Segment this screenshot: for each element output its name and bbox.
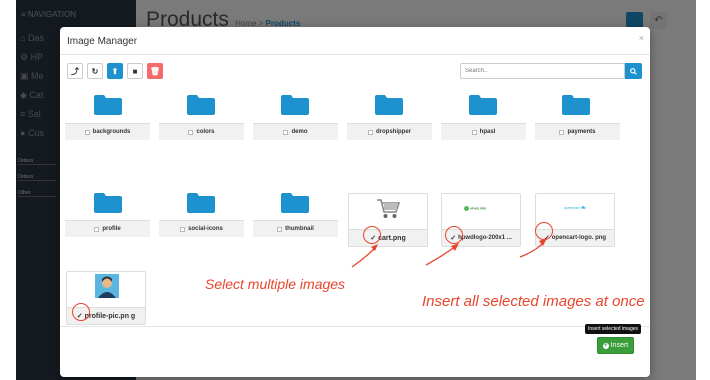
annotation-insert-all: Insert all selected images at once — [422, 293, 645, 310]
modal-body: ⤴ ↻ ⬆ ■ 🗑 backgrounds colors demo dropsh… — [60, 55, 650, 327]
close-icon[interactable]: × — [639, 33, 644, 43]
plus-circle-icon: + — [602, 342, 609, 349]
insert-button[interactable]: + Insert — [597, 337, 634, 354]
image-manager-modal: Image Manager × ⤴ ↻ ⬆ ■ 🗑 backgrounds co… — [60, 27, 650, 377]
annotation-select-multiple: Select multiple images — [205, 276, 346, 292]
insert-tooltip: Insert selected images — [585, 324, 642, 334]
modal-header: Image Manager × — [60, 27, 650, 55]
annotation-arrows — [351, 238, 547, 268]
modal-title: Image Manager — [67, 36, 138, 47]
